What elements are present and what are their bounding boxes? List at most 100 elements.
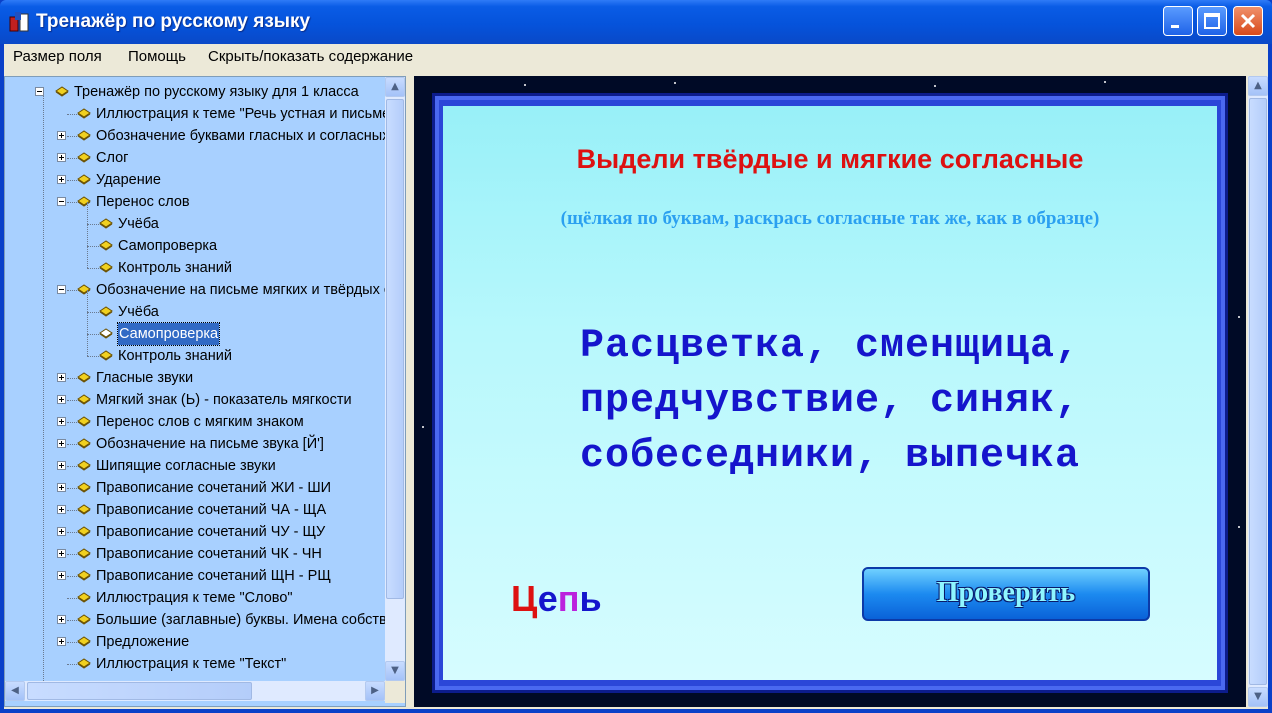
stage-scroll-thumb[interactable] <box>1249 98 1267 685</box>
contents-tree[interactable]: Тренажёр по русскому языку для 1 класса И… <box>4 76 406 707</box>
tree-horizontal-scrollbar[interactable]: ◀ ▶ <box>5 681 385 701</box>
window-title: Тренажёр по русскому языку <box>36 11 311 32</box>
menu-field-size[interactable]: Размер поля <box>13 48 102 65</box>
tree-item-label: Правописание сочетаний ЩН - РЩ <box>96 568 331 584</box>
stage-vertical-scrollbar[interactable]: ▲ ▼ <box>1248 76 1268 707</box>
tree-item-label: Перенос слов с мягким знаком <box>96 414 304 430</box>
tree-item[interactable]: Большие (заглавные) буквы. Имена собстве… <box>5 609 385 631</box>
scroll-left-button[interactable]: ◀ <box>5 681 25 701</box>
title-bar[interactable]: Тренажёр по русскому языку <box>0 0 1272 44</box>
tree-guide-line <box>87 334 88 356</box>
tree-guide-line <box>67 158 77 159</box>
scroll-thumb[interactable] <box>386 99 404 599</box>
tree-item[interactable]: Перенос слов <box>5 191 385 213</box>
tree-guide-line <box>67 620 77 621</box>
scroll-up-button[interactable]: ▲ <box>385 77 405 97</box>
tree-item[interactable]: Учёба <box>5 290 385 323</box>
tree-item[interactable]: Самопроверка <box>5 224 385 257</box>
book-icon <box>99 306 113 317</box>
tree-item[interactable]: Правописание сочетаний ЧУ - ЩУ <box>5 521 385 543</box>
scroll-down-button[interactable]: ▼ <box>385 661 405 681</box>
expand-icon[interactable] <box>57 417 66 426</box>
tree-guide-line <box>67 422 77 423</box>
tree-guide-line <box>67 642 77 643</box>
tree-item[interactable]: Ударение <box>5 169 385 191</box>
tree-item[interactable]: Обозначение на письме мягких и твёрдых с… <box>5 279 385 301</box>
expand-icon[interactable] <box>57 549 66 558</box>
word-line-1[interactable]: Расцветка, сменщица, <box>443 324 1217 369</box>
tree-item[interactable]: Перенос слов с мягким знаком <box>5 411 385 433</box>
tree-guide-line <box>67 466 77 467</box>
hscroll-thumb[interactable] <box>27 682 252 700</box>
minimize-button[interactable] <box>1163 6 1193 36</box>
tree-item-label: Слог <box>96 150 129 166</box>
book-icon <box>77 504 91 515</box>
word-line-3[interactable]: собеседники, выпечка <box>443 434 1217 479</box>
expand-icon[interactable] <box>57 483 66 492</box>
tree-item[interactable]: Обозначение на письме звука [Й'] <box>5 433 385 455</box>
expand-icon[interactable] <box>57 153 66 162</box>
tree-item[interactable]: Иллюстрация к теме "Речь устная и письме… <box>5 103 385 125</box>
book-icon <box>77 108 91 119</box>
tree-item[interactable]: Гласные звуки <box>5 367 385 389</box>
tree-item[interactable]: Шипящие согласные звуки <box>5 455 385 477</box>
tree-item[interactable]: Контроль знаний <box>5 334 385 367</box>
expand-icon[interactable] <box>57 505 66 514</box>
tree-item-label: Иллюстрация к теме "Речь устная и письме… <box>96 106 385 122</box>
tree-item[interactable]: Иллюстрация к теме "Текст" <box>5 653 385 675</box>
collapse-icon[interactable] <box>35 87 44 96</box>
word-line-2[interactable]: предчувствие, синяк, <box>443 379 1217 424</box>
collapse-icon[interactable] <box>57 285 66 294</box>
tree-item[interactable]: Самопроверка <box>5 312 385 346</box>
expand-icon[interactable] <box>57 637 66 646</box>
expand-icon[interactable] <box>57 131 66 140</box>
scroll-right-button[interactable]: ▶ <box>365 681 385 701</box>
tree-guide-line <box>67 290 77 291</box>
expand-icon[interactable] <box>57 175 66 184</box>
tree-item-label: Правописание сочетаний ЖИ - ШИ <box>96 480 332 496</box>
expand-icon[interactable] <box>57 615 66 624</box>
tree-item-label: Правописание сочетаний ЧК - ЧН <box>96 546 322 562</box>
tree-item[interactable]: Правописание сочетаний ЧК - ЧН <box>5 543 385 565</box>
sample-word: Цепь <box>511 578 602 620</box>
collapse-icon[interactable] <box>57 197 66 206</box>
tree-item[interactable]: Учёба <box>5 202 385 235</box>
tree-item[interactable]: Правописание сочетаний ЧА - ЩА <box>5 499 385 521</box>
tree-item[interactable]: Иллюстрация к теме "Слово" <box>5 587 385 609</box>
tree-item-label: Предложение <box>96 634 190 650</box>
tree-guide-line <box>87 224 88 246</box>
menu-help[interactable]: Помощь <box>128 48 186 65</box>
menu-toggle-contents[interactable]: Скрыть/показать содержание <box>208 48 413 65</box>
close-button[interactable] <box>1233 6 1263 36</box>
tree-guide-line <box>87 246 88 268</box>
tree-vertical-scrollbar[interactable]: ▲ ▼ <box>385 77 405 681</box>
tree-item[interactable]: Слог <box>5 147 385 169</box>
book-icon <box>77 614 91 625</box>
book-icon <box>99 350 113 361</box>
exercise-stage: Выдели твёрдые и мягкие согласные (щёлка… <box>414 76 1246 707</box>
check-button[interactable]: Проверить <box>862 567 1150 621</box>
exercise-panel: Выдели твёрдые и мягкие согласные (щёлка… <box>443 106 1217 680</box>
expand-icon[interactable] <box>57 571 66 580</box>
expand-icon[interactable] <box>57 395 66 404</box>
expand-icon[interactable] <box>57 373 66 382</box>
tree-item[interactable]: Мягкий знак (Ь) - показатель мягкости <box>5 389 385 411</box>
tree-item[interactable]: Контроль знаний <box>5 246 385 279</box>
expand-icon[interactable] <box>57 439 66 448</box>
tree-item[interactable]: Тренажёр по русскому языку для 1 класса <box>5 81 385 103</box>
tree-item[interactable]: Правописание сочетаний ЩН - РЩ <box>5 565 385 587</box>
book-icon <box>77 658 91 669</box>
expand-icon[interactable] <box>57 461 66 470</box>
expand-icon[interactable] <box>57 527 66 536</box>
book-icon <box>77 130 91 141</box>
maximize-button[interactable] <box>1197 6 1227 36</box>
tree-item[interactable]: Предложение <box>5 631 385 653</box>
stage-scroll-down-button[interactable]: ▼ <box>1248 687 1268 707</box>
tree-item[interactable]: Обозначение буквами гласных и согласных … <box>5 125 385 147</box>
book-icon <box>77 570 91 581</box>
tree-item[interactable]: Правописание сочетаний ЖИ - ШИ <box>5 477 385 499</box>
tree-guide-line <box>67 444 77 445</box>
tree-guide-line <box>67 114 77 115</box>
tree-item-label: Иллюстрация к теме "Слово" <box>96 590 293 606</box>
stage-scroll-up-button[interactable]: ▲ <box>1248 76 1268 96</box>
